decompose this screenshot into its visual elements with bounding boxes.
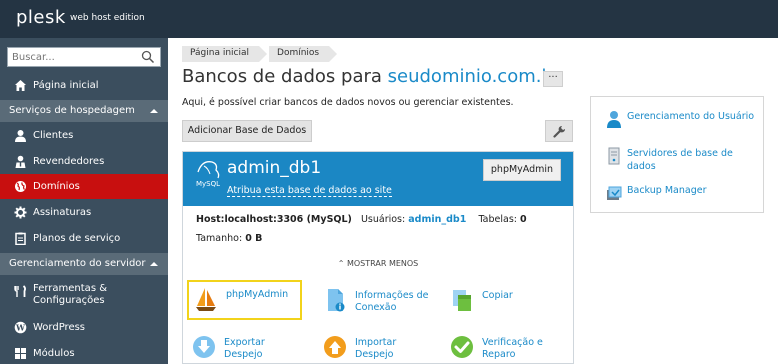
sidebar-item-subscriptions[interactable]: Assinaturas xyxy=(0,200,168,225)
wordpress-icon: W xyxy=(14,321,27,334)
size-value: 0 B xyxy=(245,233,263,244)
svg-text:W: W xyxy=(15,323,26,333)
tool-import-dump[interactable]: Importar Despejo xyxy=(318,330,433,364)
user-icon xyxy=(15,130,26,142)
link-label: Gerenciamento do Usuário xyxy=(627,111,755,122)
connection-info-icon xyxy=(328,289,345,312)
sidebar-item-domains[interactable]: Domínios xyxy=(0,174,168,199)
tool-label: Verificação e Reparo xyxy=(482,337,543,360)
more-actions-button[interactable]: ··· xyxy=(543,71,563,87)
plesk-logo[interactable]: plesk xyxy=(16,7,66,28)
search-box xyxy=(7,47,161,67)
tables-label: Tabelas: xyxy=(478,214,517,225)
link-label: Backup Manager xyxy=(627,185,707,196)
link-user-management[interactable]: Gerenciamento do Usuário xyxy=(606,110,756,138)
sidebar-item-label: Módulos xyxy=(33,348,75,359)
sidebar-item-label: Página inicial xyxy=(33,80,99,91)
host-value: Host:localhost:3306 (MySQL) xyxy=(196,214,352,225)
import-icon xyxy=(324,336,346,358)
sidebar-item-tools-settings[interactable]: Ferramentas & Configurações xyxy=(0,279,168,315)
section-label: Gerenciamento do servidor xyxy=(9,258,146,269)
sidebar-item-clients[interactable]: Clientes xyxy=(0,123,168,148)
tool-label: Exportar Despejo xyxy=(224,337,265,360)
tool-copy[interactable]: Copiar xyxy=(445,283,560,323)
database-name: admin_db1 xyxy=(227,158,322,178)
clipboard-icon xyxy=(15,232,26,245)
gear-icon xyxy=(14,206,27,219)
section-hosting-services[interactable]: Serviços de hospedagem xyxy=(0,100,168,122)
sidebar-item-label: Domínios xyxy=(33,181,80,192)
breadcrumb-home[interactable]: Página inicial xyxy=(182,46,268,62)
search-input[interactable] xyxy=(12,50,132,64)
tool-label: phpMyAdmin xyxy=(226,289,289,300)
breadcrumb-domains[interactable]: Domínios xyxy=(269,46,338,62)
server-icon xyxy=(608,147,620,165)
top-bar: plesk web host edition xyxy=(0,0,778,38)
svg-text:MySQL: MySQL xyxy=(196,180,220,188)
sidebar-item-resellers[interactable]: Revendedores xyxy=(0,149,168,174)
related-links-panel: Gerenciamento do Usuário Servidores de b… xyxy=(590,96,764,213)
add-database-button[interactable]: Adicionar Base de Dados xyxy=(182,120,312,142)
sidebar-item-label: Assinaturas xyxy=(33,207,92,218)
tool-check-repair[interactable]: Verificação e Reparo xyxy=(445,330,560,364)
sidebar-item-wordpress[interactable]: W WordPress xyxy=(0,315,168,340)
link-label: Servidores de base de dados xyxy=(627,148,733,172)
home-icon xyxy=(15,80,26,91)
globe-icon xyxy=(15,181,26,192)
edition-label: web host edition xyxy=(70,13,145,23)
phpmyadmin-sailboat-icon xyxy=(196,288,216,311)
backup-icon xyxy=(607,186,622,200)
database-card: MySQL admin_db1 Atribua esta base de dad… xyxy=(182,151,574,364)
check-icon xyxy=(451,336,473,358)
sidebar: Página inicial Serviços de hospedagem Cl… xyxy=(0,38,168,364)
users-link[interactable]: admin_db1 xyxy=(408,214,466,225)
link-backup-manager[interactable]: Backup Manager xyxy=(606,184,756,200)
copy-icon xyxy=(453,290,471,311)
tool-phpmyadmin[interactable]: phpMyAdmin xyxy=(187,280,302,320)
mysql-logo-icon: MySQL xyxy=(196,161,220,188)
tools-icon xyxy=(14,285,26,297)
sidebar-item-service-plans[interactable]: Planos de serviço xyxy=(0,226,168,251)
size-label: Tamanho: xyxy=(196,233,243,244)
tool-connection-info[interactable]: Informações de Conexão xyxy=(318,283,433,323)
export-icon xyxy=(193,336,215,358)
search-icon[interactable] xyxy=(141,50,155,64)
phpmyadmin-button[interactable]: phpMyAdmin xyxy=(483,159,561,181)
settings-button[interactable] xyxy=(545,120,573,142)
collapse-caret-icon xyxy=(150,109,158,113)
breadcrumb: Página inicial Domínios xyxy=(182,46,339,62)
sidebar-item-label: Ferramentas & Configurações xyxy=(33,283,107,306)
section-label: Serviços de hospedagem xyxy=(9,105,135,116)
sidebar-item-home[interactable]: Página inicial xyxy=(0,73,168,98)
wrench-icon xyxy=(553,125,566,138)
page-description: Aqui, é possível criar bancos de dados n… xyxy=(182,97,514,108)
sidebar-item-label: WordPress xyxy=(33,322,86,333)
page-title-domain-link[interactable]: seudominio.com.br xyxy=(388,66,561,87)
sidebar-item-label: Clientes xyxy=(33,130,74,141)
tables-value: 0 xyxy=(520,214,527,225)
database-info: Host:localhost:3306 (MySQL) Usuários: ad… xyxy=(196,214,527,225)
assign-database-link[interactable]: Atribua esta base de dados ao site xyxy=(227,185,392,197)
tool-label: Informações de Conexão xyxy=(355,290,429,313)
link-database-servers[interactable]: Servidores de base de dados xyxy=(606,147,756,175)
tool-label: Importar Despejo xyxy=(355,337,397,360)
sidebar-item-label: Revendedores xyxy=(33,156,105,167)
tool-label: Copiar xyxy=(482,290,513,301)
database-size: Tamanho: 0 B xyxy=(196,233,262,244)
tool-export-dump[interactable]: Exportar Despejo xyxy=(187,330,302,364)
show-less-toggle[interactable]: ⌃ MOSTRAR MENOS xyxy=(183,259,573,268)
users-label: Usuários: xyxy=(360,214,406,225)
user-icon xyxy=(607,111,621,128)
resellers-icon xyxy=(15,155,26,168)
sidebar-item-modules[interactable]: Módulos xyxy=(0,341,168,364)
page-title: Bancos de dados para seudominio.com.br xyxy=(182,66,560,87)
section-server-management[interactable]: Gerenciamento do servidor xyxy=(0,253,168,275)
collapse-caret-icon xyxy=(150,262,158,266)
sidebar-item-label: Planos de serviço xyxy=(33,233,121,244)
database-card-header: MySQL admin_db1 Atribua esta base de dad… xyxy=(183,152,573,206)
page-title-prefix: Bancos de dados para xyxy=(182,66,382,87)
modules-icon xyxy=(15,348,26,359)
